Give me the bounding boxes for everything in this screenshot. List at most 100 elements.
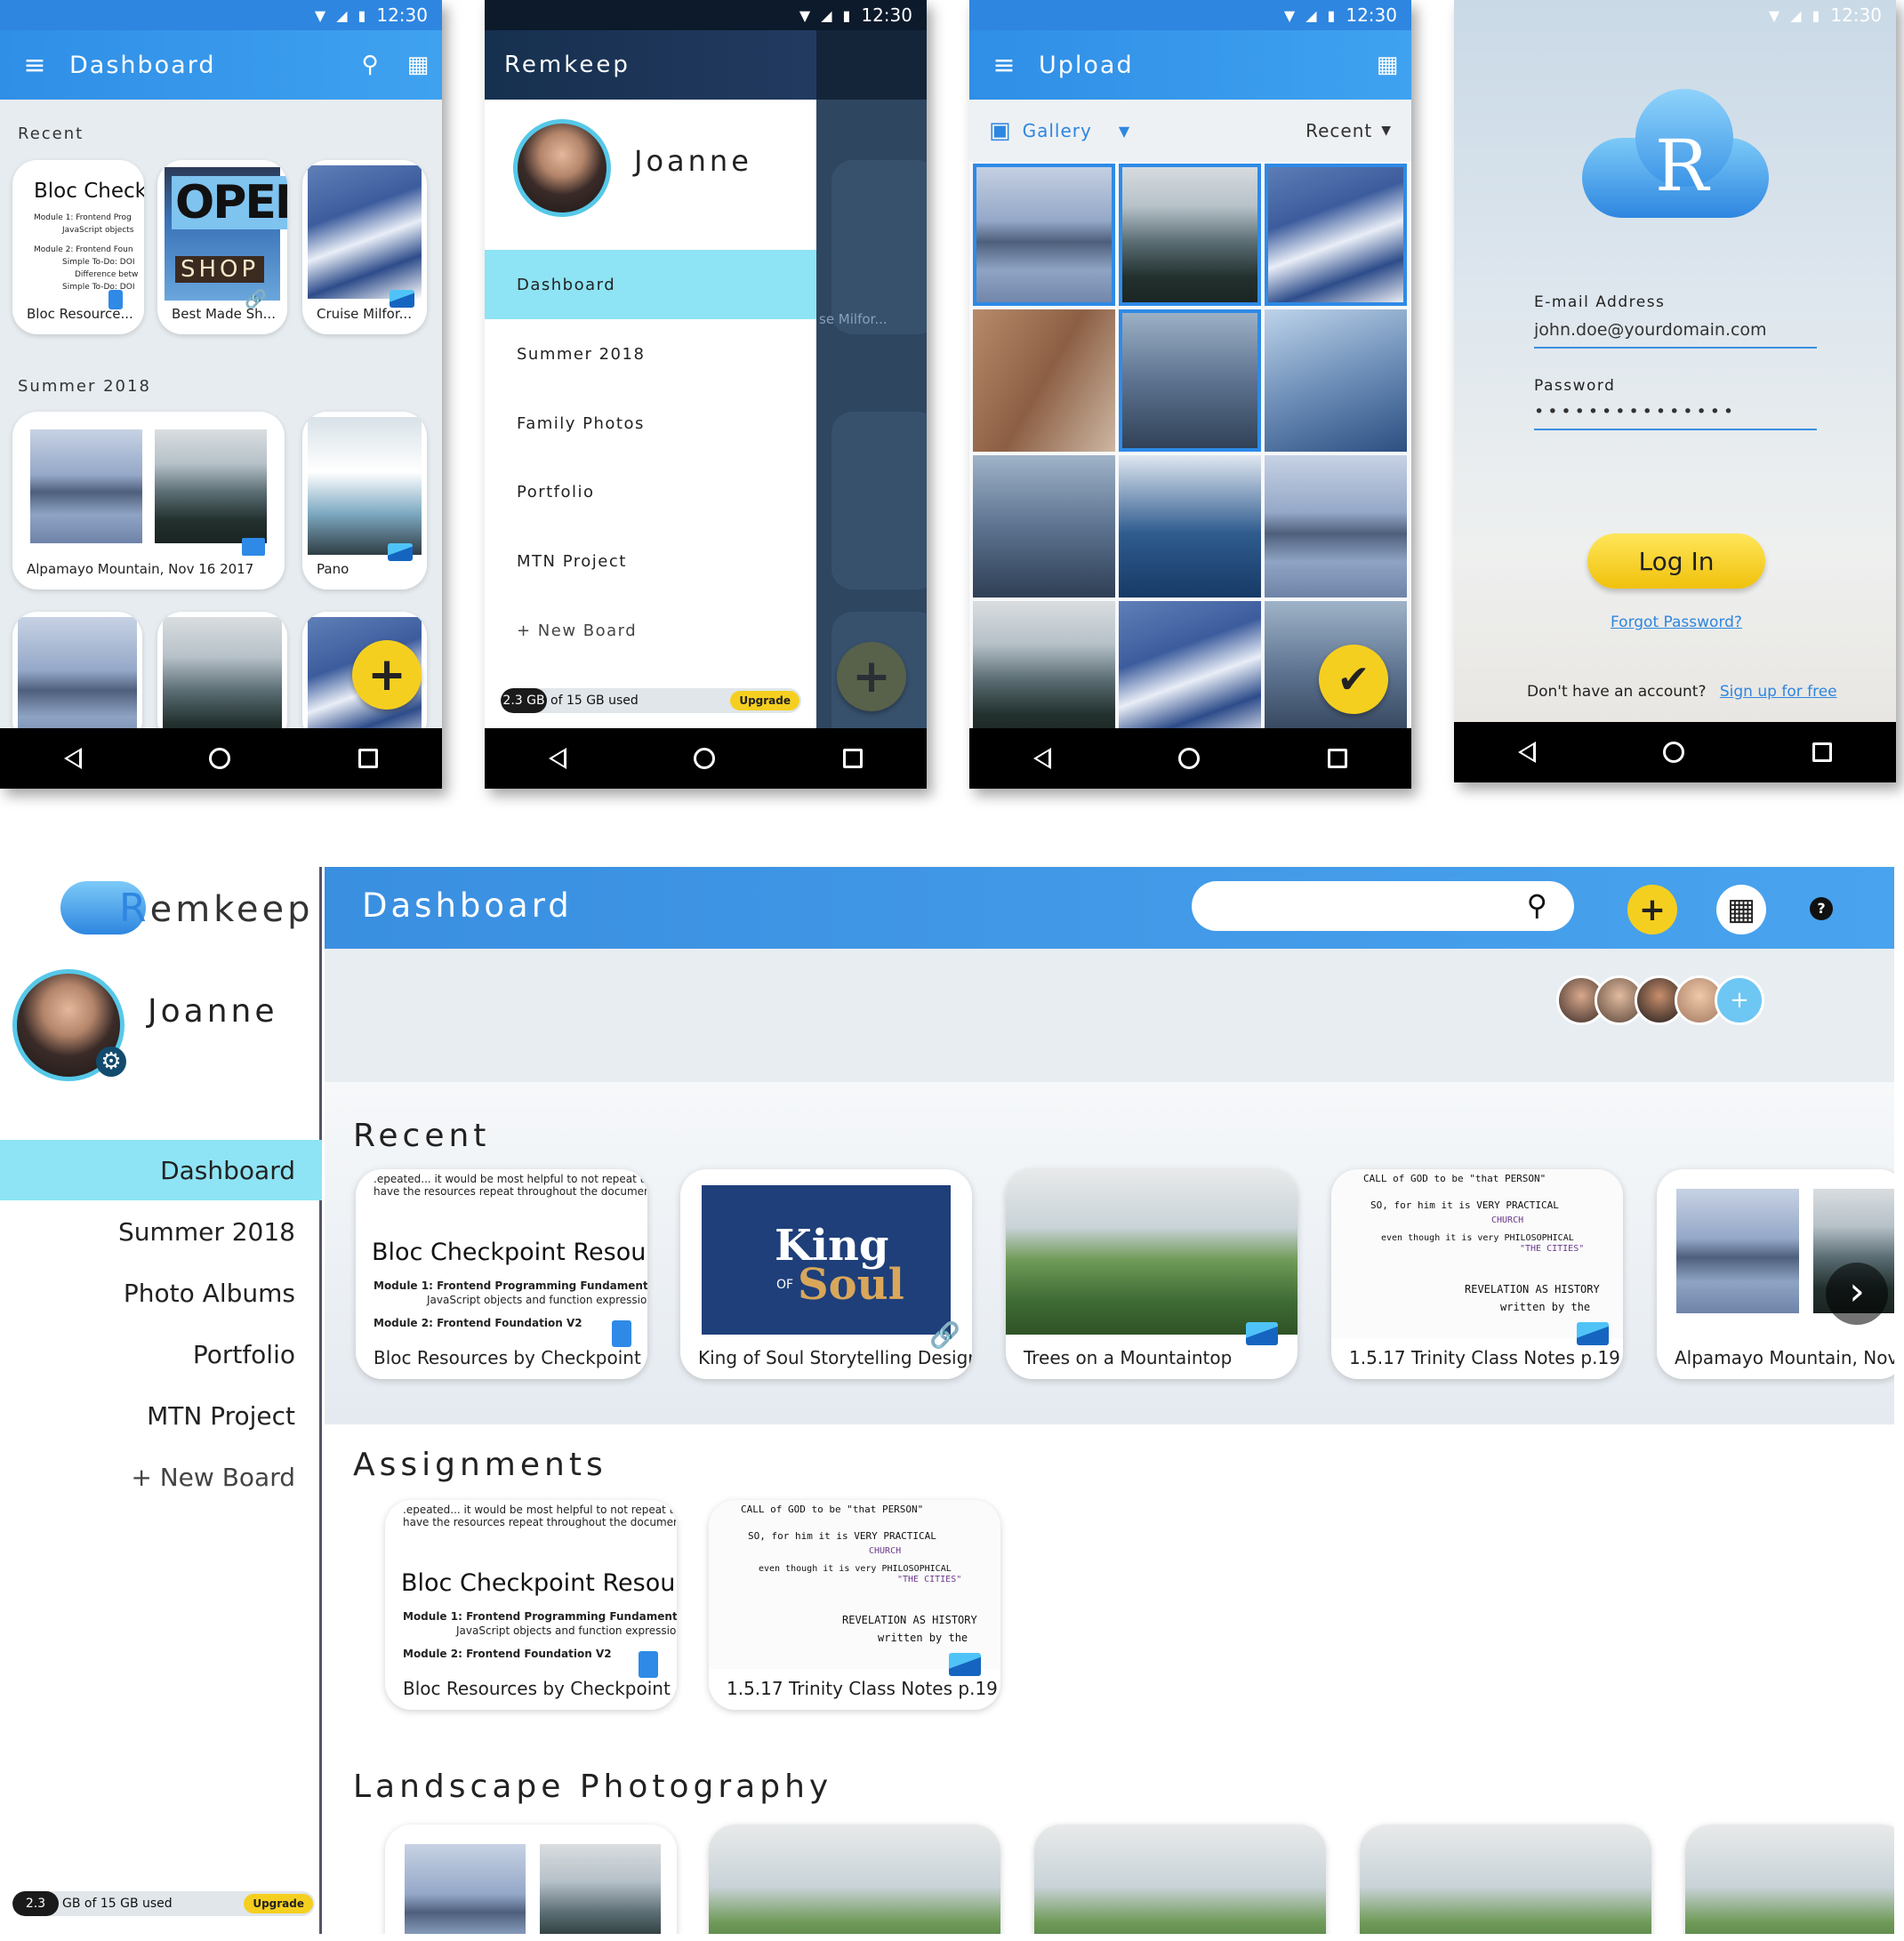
recents-icon[interactable]	[1812, 742, 1833, 762]
password-field[interactable]: •••••••••••••••	[1534, 402, 1817, 430]
back-icon[interactable]	[63, 748, 82, 769]
sidebar-item-portfolio[interactable]: Portfolio	[0, 1324, 322, 1384]
search-input[interactable]: ⚲	[1192, 881, 1574, 931]
drawer-item-mtn-project[interactable]: MTN Project	[485, 526, 816, 596]
layout-icon[interactable]: ▦	[1363, 52, 1411, 78]
note-text: even though it is very PHILOSOPHICAL	[1381, 1233, 1574, 1243]
filter-bar: ▣ Gallery ▼ Recent ▼	[969, 100, 1411, 162]
drawer-item-new-board[interactable]: + New Board	[485, 596, 816, 665]
card-bloc-resources[interactable]: .epeated... it would be most helpful to …	[356, 1169, 647, 1379]
confirm-check-fab[interactable]: ✔	[1319, 645, 1388, 714]
card-lake-partial[interactable]	[12, 612, 142, 745]
drawer-item-dashboard[interactable]: Dashboard	[485, 250, 816, 319]
source-select[interactable]: Gallery	[1023, 120, 1092, 141]
signup-link[interactable]: Sign up for free	[1720, 683, 1837, 701]
gear-icon[interactable]: ⚙	[96, 1047, 126, 1077]
layout-icon[interactable]: ▦	[394, 52, 442, 78]
storage-meter: 2.3 GB of 15 GB used Upgrade	[501, 688, 801, 713]
storage-text: of 15 GB used	[550, 694, 639, 708]
chevron-right-icon[interactable]: ›	[1826, 1263, 1888, 1325]
search-icon[interactable]: ⚲	[346, 52, 394, 78]
home-icon[interactable]	[694, 748, 716, 769]
sidebar-item-summer-2018[interactable]: Summer 2018	[0, 1201, 322, 1262]
android-nav-bar	[485, 728, 927, 789]
sidebar-item-photo-albums[interactable]: Photo Albums	[0, 1263, 322, 1323]
forgot-password-link[interactable]: Forgot Password?	[1611, 614, 1742, 631]
signal-icon: ◢	[1305, 6, 1317, 24]
upgrade-button[interactable]: Upgrade	[730, 691, 799, 710]
sidebar-item-new-board[interactable]: + New Board	[0, 1447, 322, 1507]
grid-photo[interactable]	[1119, 164, 1261, 306]
email-field[interactable]: john.doe@yourdomain.com	[1534, 320, 1817, 349]
grid-photo[interactable]	[973, 455, 1115, 598]
sort-select[interactable]: Recent	[1305, 120, 1372, 141]
add-button[interactable]: +	[1627, 885, 1677, 934]
recents-icon[interactable]	[843, 749, 864, 768]
chevron-down-icon[interactable]: ▼	[1119, 123, 1130, 140]
recents-icon[interactable]	[358, 749, 379, 768]
card-alpamayo[interactable]: Alpamayo Mountain, Nov 16 2017	[12, 412, 285, 590]
notes-image: CALL of GOD to be "that PERSON" SO, for …	[1331, 1169, 1623, 1338]
recents-icon[interactable]	[1328, 749, 1348, 768]
card-landscape-mountain[interactable]	[709, 1825, 1000, 1934]
card-fog-partial[interactable]	[157, 612, 287, 745]
drawer-item-summer-2018[interactable]: Summer 2018	[485, 319, 816, 389]
add-fab[interactable]: +	[352, 640, 422, 710]
grid-photo[interactable]	[1265, 309, 1407, 452]
grid-photo[interactable]	[973, 164, 1115, 306]
card-king-of-soul[interactable]: King OF Soul 🔗 King of Soul Storytelling…	[680, 1169, 972, 1379]
card-landscape-mountain[interactable]	[1034, 1825, 1326, 1934]
doc-title: Bloc Checkpoint Resour	[372, 1239, 647, 1266]
photo-thumb	[1006, 1169, 1297, 1335]
card-trinity-notes[interactable]: CALL of GOD to be "that PERSON" SO, for …	[1331, 1169, 1623, 1379]
back-icon[interactable]	[548, 748, 566, 769]
home-icon[interactable]	[1663, 742, 1685, 763]
search-icon[interactable]: ⚲	[1527, 888, 1547, 922]
upgrade-button[interactable]: Upgrade	[244, 1894, 313, 1913]
grid-photo[interactable]	[1119, 455, 1261, 598]
card-cruise-milford[interactable]: Cruise Milfor...	[302, 160, 427, 334]
note-text: written by the	[878, 1632, 968, 1644]
card-trees-mountaintop[interactable]: Trees on a Mountaintop	[1006, 1169, 1297, 1379]
grid-photo[interactable]	[973, 309, 1115, 452]
photo-thumb	[308, 165, 422, 299]
clock: 12:30	[1346, 4, 1397, 26]
sidebar-item-mtn-project[interactable]: MTN Project	[0, 1385, 322, 1446]
section-title-landscape: Landscape Photography	[353, 1769, 833, 1805]
home-icon[interactable]	[1178, 748, 1201, 769]
card-landscape-pair[interactable]	[385, 1825, 677, 1934]
grid-photo[interactable]	[973, 601, 1115, 743]
login-button[interactable]: Log In	[1587, 533, 1765, 589]
doc-line: JavaScript objects and function expressi…	[427, 1294, 647, 1306]
menu-icon[interactable]: ≡	[0, 50, 69, 81]
card-best-made-shop[interactable]: OPEN SHOP 🔗 Best Made Sh...	[157, 160, 287, 334]
no-account-text: Don't have an account?	[1527, 683, 1707, 701]
email-label: E-mail Address	[1534, 293, 1666, 311]
back-icon[interactable]	[1517, 742, 1536, 763]
grid-photo[interactable]	[1119, 309, 1261, 452]
chevron-down-icon[interactable]: ▼	[1381, 124, 1392, 138]
battery-icon: ▮	[1812, 6, 1820, 24]
drawer-item-family-photos[interactable]: Family Photos	[485, 389, 816, 458]
drawer-item-portfolio[interactable]: Portfolio	[485, 457, 816, 526]
help-icon[interactable]: ?	[1810, 897, 1833, 920]
add-collaborator-icon[interactable]: +	[1715, 975, 1764, 1025]
card-alpamayo[interactable]: › Alpamayo Mountain, Nov 16	[1657, 1169, 1894, 1379]
avatar[interactable]	[513, 119, 611, 217]
card-caption: Bloc Resources by Checkpoint	[403, 1678, 671, 1699]
card-pano[interactable]: Pano	[302, 412, 427, 590]
back-icon[interactable]	[1032, 748, 1051, 769]
grid-photo[interactable]	[1265, 455, 1407, 598]
grid-photo[interactable]	[1119, 601, 1261, 743]
card-bloc-resources[interactable]: Bloc Check Module 1: Frontend Prog JavaS…	[12, 160, 144, 334]
card-landscape-mountain[interactable]	[1360, 1825, 1651, 1934]
grid-photo[interactable]	[1265, 164, 1407, 306]
card-trinity-notes-assignment[interactable]: CALL of GOD to be "that PERSON" SO, for …	[709, 1500, 1000, 1710]
home-icon[interactable]	[209, 748, 231, 769]
menu-icon[interactable]: ≡	[969, 50, 1039, 81]
card-bloc-resources-assignment[interactable]: .epeated... it would be most helpful to …	[385, 1500, 677, 1710]
document-icon	[612, 1320, 631, 1347]
layout-icon[interactable]: ▦	[1716, 885, 1766, 934]
sidebar-item-dashboard[interactable]: Dashboard	[0, 1140, 322, 1200]
card-landscape-mountain[interactable]	[1685, 1825, 1894, 1934]
